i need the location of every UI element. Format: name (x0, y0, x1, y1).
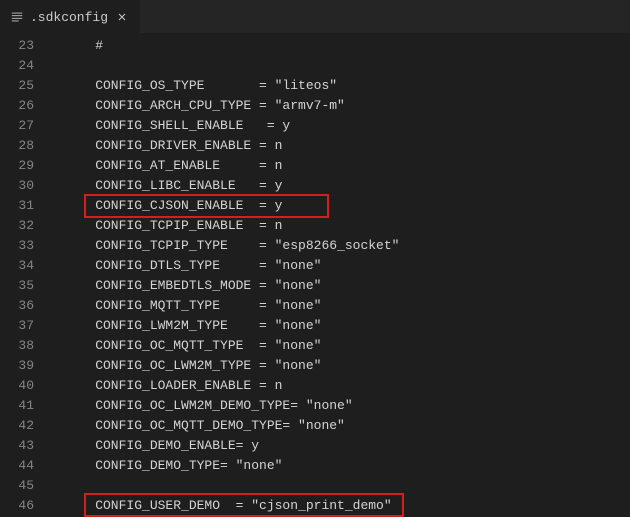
code-line: CONFIG_OC_LWM2M_TYPE = "none" (48, 356, 630, 376)
line-number: 40 (0, 376, 34, 396)
line-number: 31 (0, 196, 34, 216)
line-number: 32 (0, 216, 34, 236)
line-number: 38 (0, 336, 34, 356)
line-number: 42 (0, 416, 34, 436)
code-line: CONFIG_ARCH_CPU_TYPE = "armv7-m" (48, 96, 630, 116)
line-number-gutter: 2324252627282930313233343536373839404142… (0, 34, 48, 506)
code-line: CONFIG_LIBC_ENABLE = y (48, 176, 630, 196)
line-number: 23 (0, 36, 34, 56)
line-number: 25 (0, 76, 34, 96)
line-number: 27 (0, 116, 34, 136)
line-number: 35 (0, 276, 34, 296)
code-line: CONFIG_DEMO_TYPE= "none" (48, 456, 630, 476)
line-number: 45 (0, 476, 34, 496)
line-number: 37 (0, 316, 34, 336)
code-line: CONFIG_TCPIP_ENABLE = n (48, 216, 630, 236)
line-number: 30 (0, 176, 34, 196)
code-line: CONFIG_DTLS_TYPE = "none" (48, 256, 630, 276)
code-line: CONFIG_LWM2M_TYPE = "none" (48, 316, 630, 336)
code-line: CONFIG_OS_TYPE = "liteos" (48, 76, 630, 96)
close-icon[interactable] (114, 9, 130, 25)
line-number: 36 (0, 296, 34, 316)
line-number: 34 (0, 256, 34, 276)
line-number: 26 (0, 96, 34, 116)
line-number: 39 (0, 356, 34, 376)
code-line: CONFIG_MQTT_TYPE = "none" (48, 296, 630, 316)
code-line (48, 476, 630, 496)
code-line (48, 56, 630, 76)
tab-bar: .sdkconfig (0, 0, 630, 34)
code-line: CONFIG_DRIVER_ENABLE = n (48, 136, 630, 156)
line-number: 41 (0, 396, 34, 416)
line-number: 43 (0, 436, 34, 456)
line-number: 28 (0, 136, 34, 156)
code-line: # (48, 36, 630, 56)
code-area[interactable]: # CONFIG_OS_TYPE = "liteos" CONFIG_ARCH_… (48, 34, 630, 506)
file-icon (10, 10, 24, 24)
line-number: 29 (0, 156, 34, 176)
code-line: CONFIG_LOADER_ENABLE = n (48, 376, 630, 396)
code-line: CONFIG_OC_MQTT_TYPE = "none" (48, 336, 630, 356)
code-line: CONFIG_DEMO_ENABLE= y (48, 436, 630, 456)
line-number: 24 (0, 56, 34, 76)
line-number: 46 (0, 496, 34, 516)
tab-sdkconfig[interactable]: .sdkconfig (0, 0, 141, 34)
code-line: CONFIG_CJSON_ENABLE = y (48, 196, 630, 216)
code-line: CONFIG_TCPIP_TYPE = "esp8266_socket" (48, 236, 630, 256)
code-line: CONFIG_OC_LWM2M_DEMO_TYPE= "none" (48, 396, 630, 416)
line-number: 33 (0, 236, 34, 256)
line-number: 44 (0, 456, 34, 476)
editor[interactable]: 2324252627282930313233343536373839404142… (0, 34, 630, 506)
code-line: CONFIG_SHELL_ENABLE = y (48, 116, 630, 136)
tab-title: .sdkconfig (30, 10, 108, 25)
code-line: CONFIG_AT_ENABLE = n (48, 156, 630, 176)
code-line: CONFIG_OC_MQTT_DEMO_TYPE= "none" (48, 416, 630, 436)
code-line: CONFIG_EMBEDTLS_MODE = "none" (48, 276, 630, 296)
code-line: CONFIG_USER_DEMO = "cjson_print_demo" (48, 496, 630, 516)
